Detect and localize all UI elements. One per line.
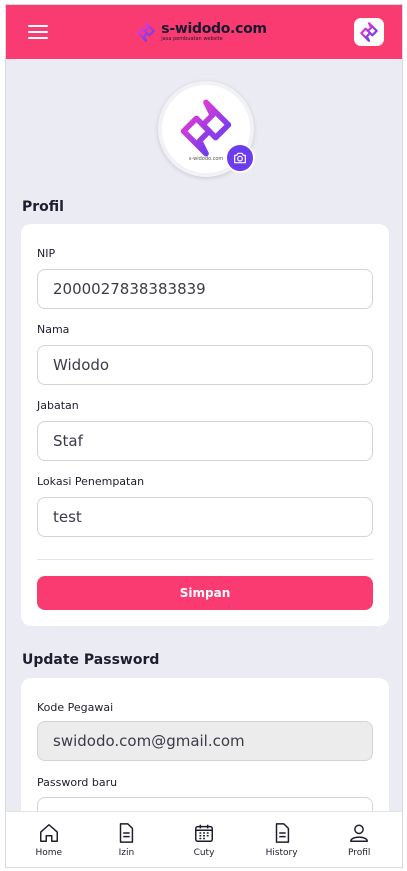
brand-mark-icon [137,22,156,42]
calendar-icon [195,824,213,842]
kode-pegawai-label: Kode Pegawai [37,701,114,714]
bottom-nav: Home Izin Cuty History Profil [6,811,402,867]
profile-avatar-wrap: s-widodo.com [158,81,255,177]
nav-profil-label: Profil [347,847,371,858]
camera-icon [234,152,246,164]
history-icon [275,822,289,843]
form-divider [37,559,373,560]
nip-field[interactable] [37,269,373,309]
app-frame: s-widodo.com jasa pembuatan website s-wi… [5,4,403,868]
nav-cuty-label: Cuty [193,847,215,858]
nav-history[interactable]: History [247,822,317,858]
nav-izin-label: Izin [118,847,135,858]
nav-profil[interactable]: Profil [324,822,394,858]
change-photo-button[interactable] [225,143,255,173]
kode-pegawai-field [37,721,373,761]
user-icon [350,823,369,842]
menu-icon[interactable] [28,25,48,39]
nav-home[interactable]: Home [14,822,84,858]
nav-home-label: Home [35,847,63,858]
password-baru-label: Password baru [37,776,118,789]
profile-card: NIP Nama Jabatan Lokasi Penempatan Simpa… [21,224,389,626]
logo-icon [360,22,378,42]
password-section-title: Update Password [22,652,160,668]
jabatan-field[interactable] [37,421,373,461]
nav-history-label: History [265,847,298,858]
lokasi-field[interactable] [37,497,373,537]
app-header: s-widodo.com jasa pembuatan website [6,5,402,59]
profile-section-title: Profil [22,199,64,215]
document-icon [120,822,134,843]
save-button[interactable]: Simpan [37,576,373,610]
brand-tagline: jasa pembuatan website [161,36,223,42]
home-icon [39,823,58,842]
nama-field[interactable] [37,345,373,385]
avatar-caption: s-widodo.com [188,156,224,162]
nav-izin[interactable]: Izin [91,822,161,858]
brand-name: s-widodo.com [161,21,267,37]
jabatan-label: Jabatan [37,399,79,412]
header-logo-button[interactable] [353,18,384,46]
nav-cuty[interactable]: Cuty [169,822,239,858]
brand-logo: s-widodo.com jasa pembuatan website [135,21,267,43]
lokasi-label: Lokasi Penempatan [37,475,145,488]
nama-label: Nama [37,323,70,336]
nip-label: NIP [37,247,56,260]
